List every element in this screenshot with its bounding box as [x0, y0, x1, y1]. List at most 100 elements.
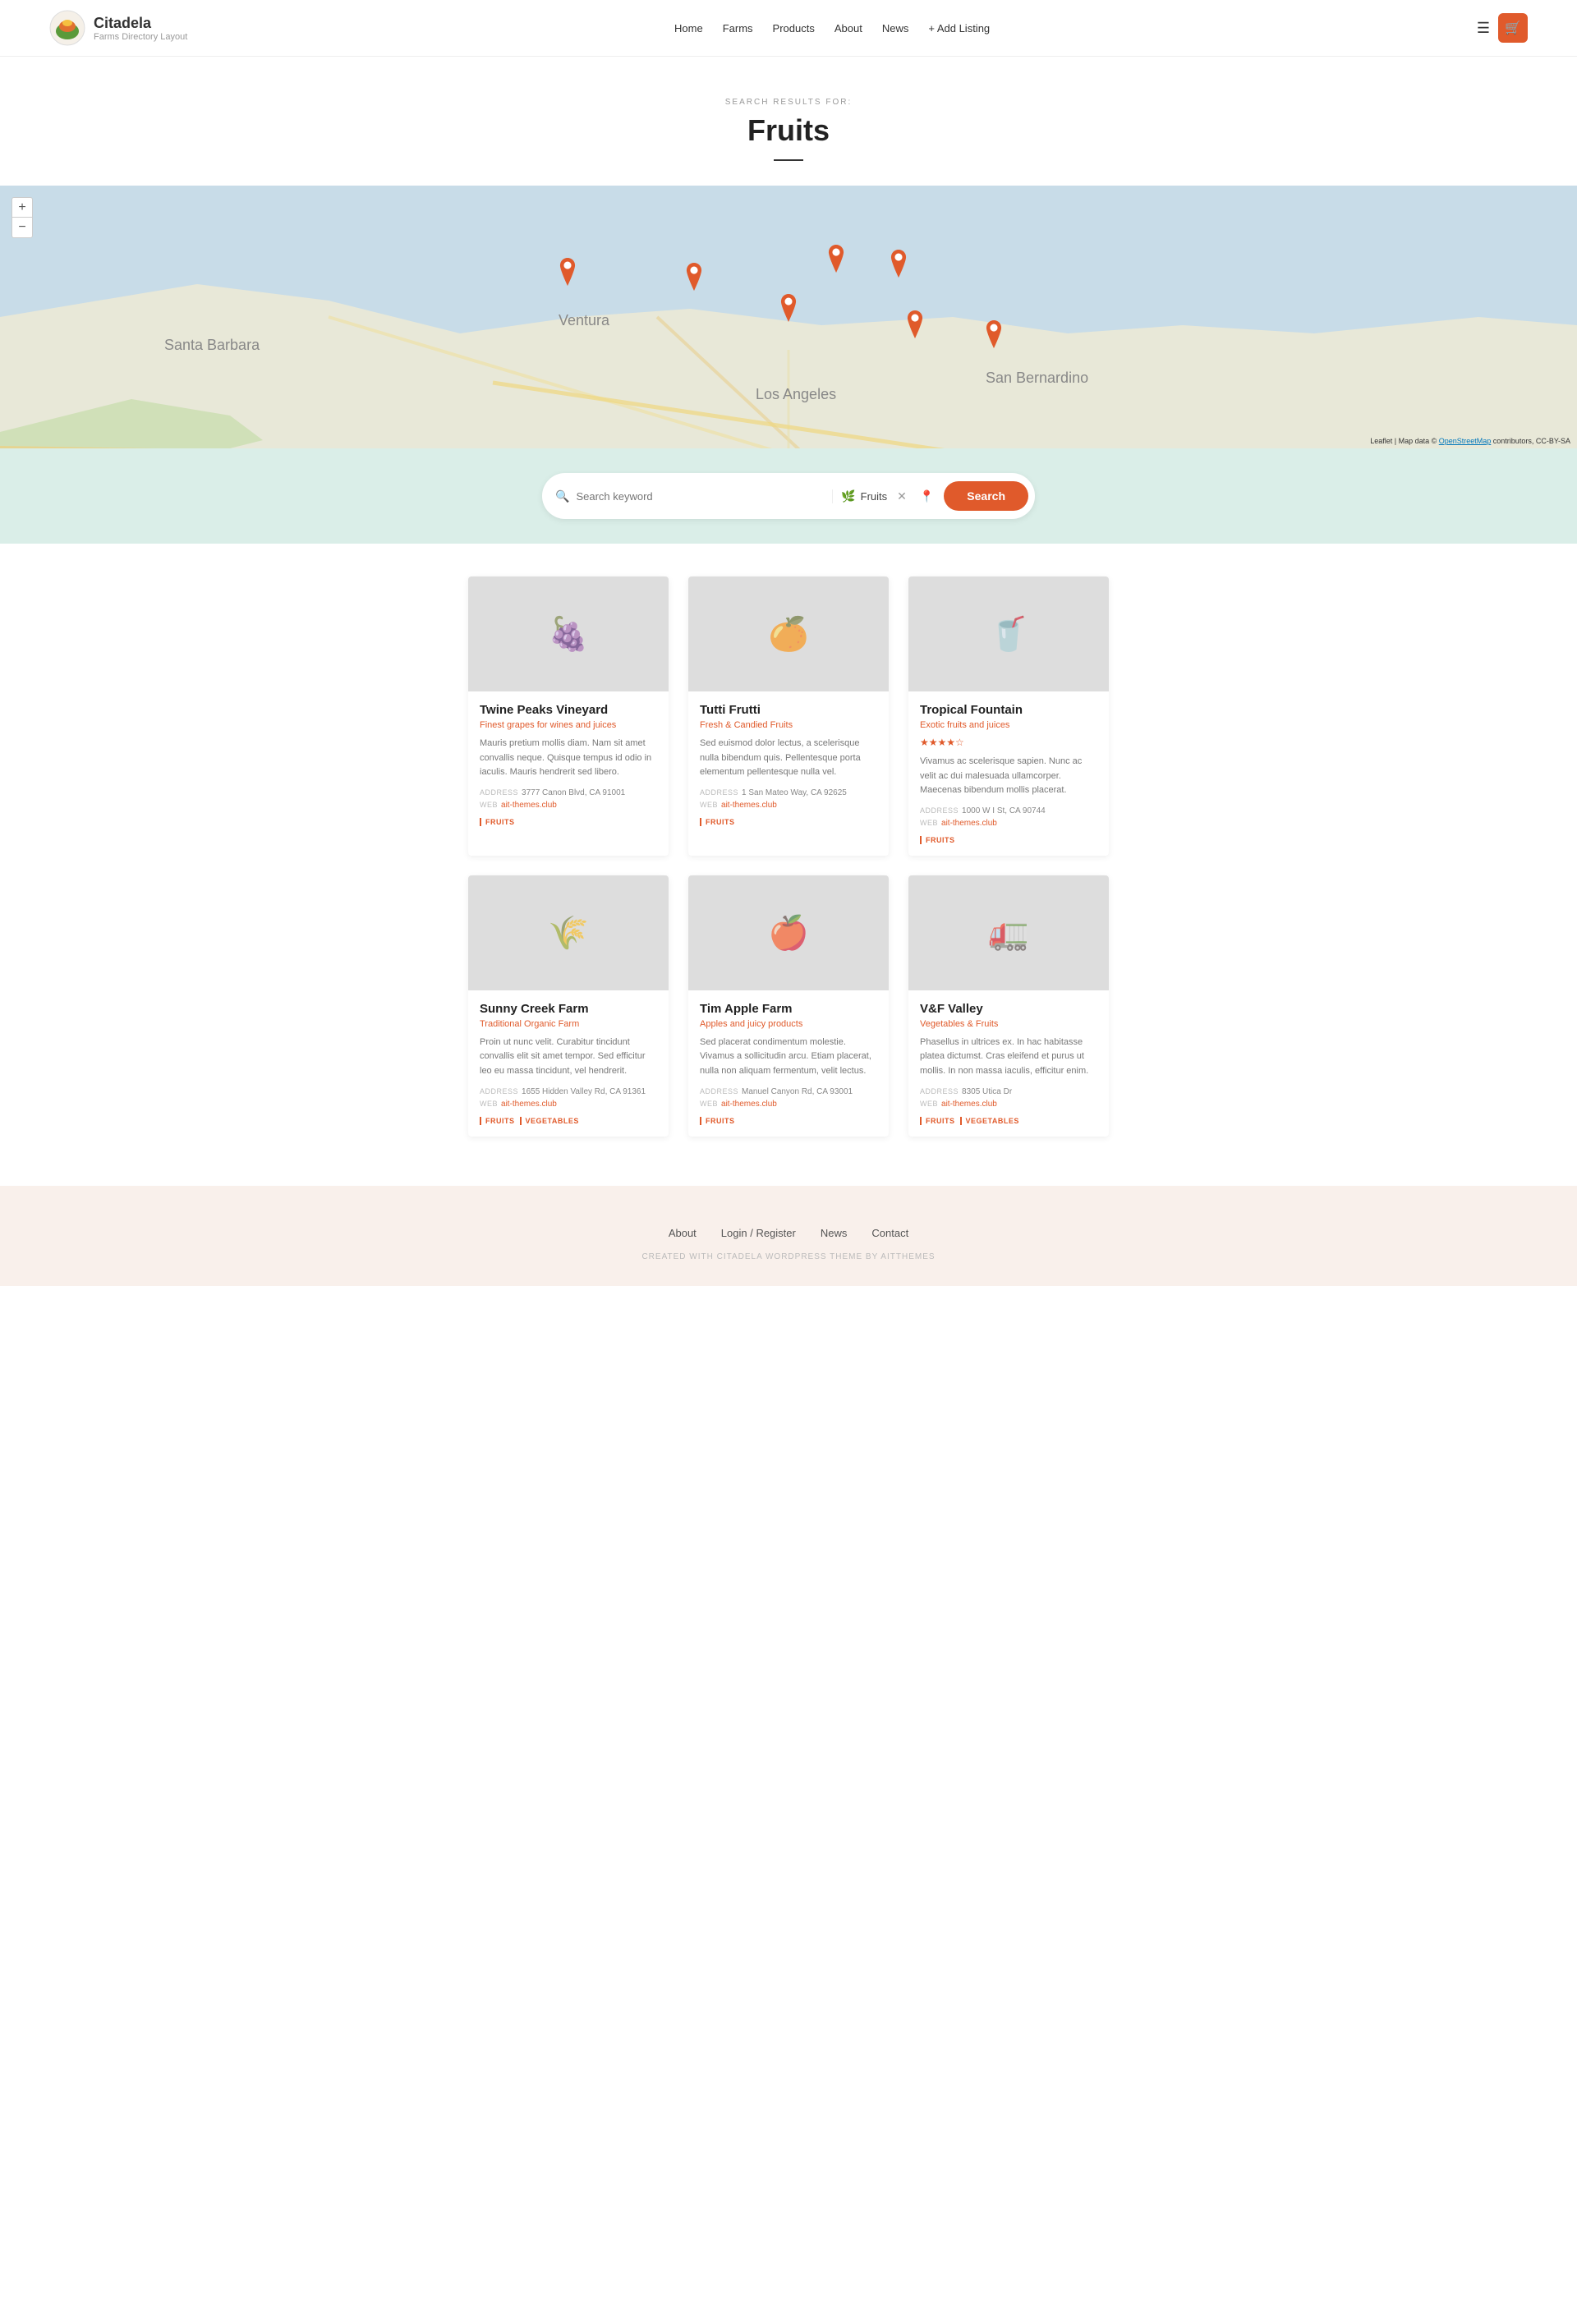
category-pill: 🌿 Fruits — [832, 489, 887, 503]
map-marker-3[interactable] — [825, 245, 848, 273]
listing-card-3: Tropical Fountain Exotic fruits and juic… — [908, 576, 1109, 856]
footer-nav-news[interactable]: News — [821, 1227, 848, 1239]
svg-text:Santa Barbara: Santa Barbara — [164, 337, 260, 353]
address-value: 3777 Canon Blvd, CA 91001 — [522, 788, 625, 797]
card-tag[interactable]: FRUITS — [920, 1117, 955, 1125]
footer-nav: About Login / Register News Contact — [0, 1227, 1577, 1239]
card-web: WEB ait-themes.club — [700, 801, 877, 810]
card-subtitle: Vegetables & Fruits — [920, 1019, 1097, 1029]
map-marker-5[interactable] — [777, 294, 800, 322]
search-keyword-input[interactable] — [576, 490, 825, 503]
location-icon: 📍 — [917, 489, 937, 503]
card-tag[interactable]: FRUITS — [480, 1117, 515, 1125]
svg-text:Ventura: Ventura — [559, 312, 610, 328]
card-image-2[interactable] — [688, 576, 889, 691]
card-address: ADDRESS 3777 Canon Blvd, CA 91001 — [480, 788, 657, 797]
nav-news[interactable]: News — [882, 22, 909, 34]
card-image-5[interactable] — [688, 875, 889, 990]
category-label: Fruits — [861, 490, 888, 503]
card-image-1[interactable] — [468, 576, 669, 691]
card-description: Proin ut nunc velit. Curabitur tincidunt… — [480, 1036, 657, 1079]
search-button[interactable]: Search — [944, 481, 1028, 511]
card-tags: FRUITS — [480, 818, 657, 826]
card-subtitle: Apples and juicy products — [700, 1019, 877, 1029]
map-marker-4[interactable] — [887, 250, 910, 278]
card-description: Phasellus in ultrices ex. In hac habitas… — [920, 1036, 1097, 1079]
address-value: 1 San Mateo Way, CA 92625 — [742, 788, 847, 797]
logo-title: Citadela — [94, 15, 187, 32]
clear-category-button[interactable]: ✕ — [894, 489, 910, 503]
web-link[interactable]: ait-themes.club — [501, 1100, 557, 1109]
logo-area: Citadela Farms Directory Layout — [49, 10, 187, 46]
footer-nav-contact[interactable]: Contact — [871, 1227, 908, 1239]
card-tag[interactable]: VEGETABLES — [960, 1117, 1019, 1125]
map-marker-1[interactable] — [556, 258, 579, 286]
search-icon: 🔍 — [555, 489, 569, 503]
address-label: ADDRESS — [920, 1087, 959, 1096]
web-label: WEB — [920, 819, 938, 828]
card-tags: FRUITS — [700, 818, 877, 826]
nav-about[interactable]: About — [834, 22, 862, 34]
search-bar: 🔍 🌿 Fruits ✕ 📍 Search — [542, 473, 1035, 519]
map-marker-7[interactable] — [982, 320, 1005, 348]
hamburger-button[interactable]: ☰ — [1477, 20, 1490, 37]
address-value: 1000 W I St, CA 90744 — [962, 806, 1046, 815]
address-label: ADDRESS — [700, 1087, 738, 1096]
card-address: ADDRESS 1 San Mateo Way, CA 92625 — [700, 788, 877, 797]
web-label: WEB — [480, 1100, 498, 1109]
card-image-6[interactable] — [908, 875, 1109, 990]
card-address: ADDRESS Manuel Canyon Rd, CA 93001 — [700, 1087, 877, 1096]
nav-add-listing[interactable]: + Add Listing — [928, 22, 990, 34]
card-web: WEB ait-themes.club — [480, 801, 657, 810]
card-subtitle: Traditional Organic Farm — [480, 1019, 657, 1029]
footer-nav-about[interactable]: About — [669, 1227, 697, 1239]
address-label: ADDRESS — [480, 788, 518, 797]
search-section: 🔍 🌿 Fruits ✕ 📍 Search — [0, 448, 1577, 544]
map-background: Santa Barbara Ventura Los Angeles San Be… — [0, 186, 1577, 448]
nav-farms[interactable]: Farms — [723, 22, 753, 34]
nav-home[interactable]: Home — [674, 22, 703, 34]
card-tag[interactable]: FRUITS — [920, 836, 955, 844]
card-title: Sunny Creek Farm — [480, 1002, 657, 1016]
web-link[interactable]: ait-themes.club — [941, 819, 997, 828]
card-tag[interactable]: FRUITS — [700, 1117, 735, 1125]
web-label: WEB — [700, 801, 718, 810]
card-tags: FRUITS VEGETABLES — [920, 1117, 1097, 1125]
web-link[interactable]: ait-themes.club — [941, 1100, 997, 1109]
map-marker-2[interactable] — [683, 263, 706, 291]
address-label: ADDRESS — [480, 1087, 518, 1096]
card-web: WEB ait-themes.club — [920, 1100, 1097, 1109]
address-label: ADDRESS — [920, 806, 959, 815]
map-marker-6[interactable] — [903, 310, 926, 338]
map-zoom-controls[interactable]: + − — [11, 197, 33, 238]
card-tags: FRUITS — [920, 836, 1097, 844]
card-description: Mauris pretium mollis diam. Nam sit amet… — [480, 737, 657, 780]
listing-card-5: Tim Apple Farm Apples and juicy products… — [688, 875, 889, 1137]
card-web: WEB ait-themes.club — [700, 1100, 877, 1109]
card-image-4[interactable] — [468, 875, 669, 990]
search-results-title: Fruits — [0, 113, 1577, 148]
search-results-label: Search Results For: — [0, 98, 1577, 107]
footer-nav-login-/-register[interactable]: Login / Register — [721, 1227, 796, 1239]
zoom-in-button[interactable]: + — [12, 198, 32, 218]
card-tag[interactable]: VEGETABLES — [520, 1117, 579, 1125]
web-link[interactable]: ait-themes.club — [721, 1100, 777, 1109]
card-tag[interactable]: FRUITS — [700, 818, 735, 826]
web-link[interactable]: ait-themes.club — [721, 801, 777, 810]
map-container[interactable]: Santa Barbara Ventura Los Angeles San Be… — [0, 186, 1577, 448]
logo-icon — [49, 10, 85, 46]
web-link[interactable]: ait-themes.club — [501, 801, 557, 810]
listings-grid: Twine Peaks Vineyard Finest grapes for w… — [468, 576, 1109, 1137]
card-subtitle: Finest grapes for wines and juices — [480, 720, 657, 730]
address-value: 1655 Hidden Valley Rd, CA 91361 — [522, 1087, 646, 1096]
card-tag[interactable]: FRUITS — [480, 818, 515, 826]
nav-products[interactable]: Products — [773, 22, 815, 34]
zoom-out-button[interactable]: − — [12, 218, 32, 237]
cart-button[interactable]: 🛒 — [1498, 13, 1528, 43]
nav-icons: ☰ 🛒 — [1477, 13, 1528, 43]
listings-section: Twine Peaks Vineyard Finest grapes for w… — [452, 544, 1125, 1186]
main-nav: Home Farms Products About News + Add Lis… — [674, 22, 990, 34]
card-subtitle: Fresh & Candied Fruits — [700, 720, 877, 730]
logo-text: Citadela Farms Directory Layout — [94, 15, 187, 42]
card-image-3[interactable] — [908, 576, 1109, 691]
